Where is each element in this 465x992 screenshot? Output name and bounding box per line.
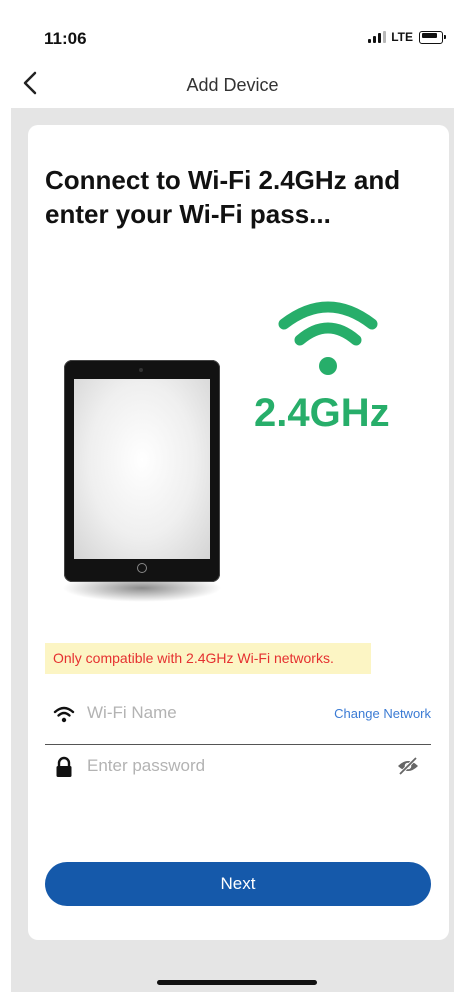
wifi-name-row: Change Network <box>45 693 431 733</box>
battery-icon <box>419 30 446 44</box>
wifi-2-4ghz-icon <box>278 301 378 375</box>
page-title: Add Device <box>186 75 279 95</box>
lock-icon <box>56 756 72 777</box>
password-input[interactable] <box>87 750 317 782</box>
status-bar: 11:06 LTE <box>0 0 465 60</box>
eye-off-icon[interactable] <box>397 756 419 776</box>
tablet-illustration <box>64 360 220 582</box>
band-label: 2.4GHz <box>254 391 390 435</box>
status-indicators: LTE <box>368 30 446 44</box>
home-indicator <box>157 980 317 985</box>
wifi-icon <box>53 706 75 723</box>
password-row <box>45 746 431 786</box>
instruction-heading: Connect to Wi-Fi 2.4GHz and enter your W… <box>45 165 401 229</box>
change-network-link[interactable]: Change Network <box>334 706 431 721</box>
tablet-screen <box>74 379 210 559</box>
signal-icon <box>368 31 387 43</box>
tablet-shadow <box>62 582 222 602</box>
status-time: 11:06 <box>44 29 87 48</box>
nav-bar: Add Device <box>0 62 465 106</box>
tablet-home-button <box>137 563 147 573</box>
field-divider <box>45 744 431 745</box>
next-button[interactable]: Next <box>45 862 431 906</box>
tablet-camera <box>139 368 143 372</box>
wifi-name-input[interactable] <box>87 697 317 729</box>
compatibility-warning: Only compatible with 2.4GHz Wi-Fi networ… <box>45 643 371 674</box>
network-type: LTE <box>391 30 413 44</box>
